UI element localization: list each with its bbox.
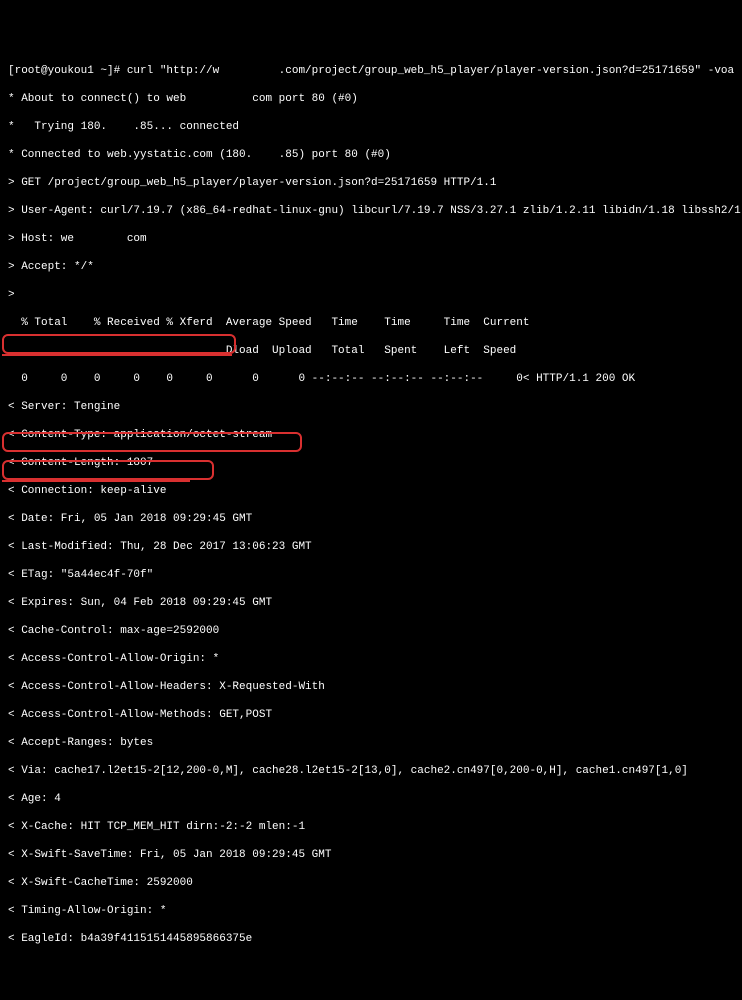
terminal-line: < Content-Length: 1807 [8,456,734,470]
terminal-line: < X-Cache: HIT TCP_MEM_HIT dirn:-2:-2 ml… [8,820,734,834]
terminal-line: < Via: cache17.l2et15-2[12,200-0,M], cac… [8,764,734,778]
terminal-line: < Access-Control-Allow-Methods: GET,POST [8,708,734,722]
terminal-line: * Connected to web.yystatic.com (180. .8… [8,148,734,162]
terminal-line: < Connection: keep-alive [8,484,734,498]
terminal-line: * Trying 180. .85... connected [8,120,734,134]
terminal-line: > Accept: */* [8,260,734,274]
terminal-line: < Content-Type: application/octet-stream [8,428,734,442]
terminal-line: < X-Swift-CacheTime: 2592000 [8,876,734,890]
terminal-line: < Expires: Sun, 04 Feb 2018 09:29:45 GMT [8,596,734,610]
terminal-line: > User-Agent: curl/7.19.7 (x86_64-redhat… [8,204,734,218]
terminal-line: [root@youkou1 ~]# curl "http://w .com/pr… [8,64,734,78]
terminal-line: > [8,288,734,302]
terminal-line: < Cache-Control: max-age=2592000 [8,624,734,638]
terminal-line: < Access-Control-Allow-Headers: X-Reques… [8,680,734,694]
terminal-line: < ETag: "5a44ec4f-70f" [8,568,734,582]
terminal-line: < Accept-Ranges: bytes [8,736,734,750]
terminal-line: * About to connect() to web com port 80 … [8,92,734,106]
terminal-line: > Host: we com [8,232,734,246]
terminal-line: < EagleId: b4a39f4115151445895866375e [8,932,734,946]
terminal-line: < Age: 4 [8,792,734,806]
terminal-line: < Date: Fri, 05 Jan 2018 09:29:45 GMT [8,512,734,526]
terminal-line: < Server: Tengine [8,400,734,414]
terminal-line: < Timing-Allow-Origin: * [8,904,734,918]
terminal-line: > GET /project/group_web_h5_player/playe… [8,176,734,190]
strike-allow-origin [2,354,232,356]
terminal-line: < X-Swift-SaveTime: Fri, 05 Jan 2018 09:… [8,848,734,862]
strike-timing-allow [2,480,190,482]
terminal-line: 0 0 0 0 0 0 0 0 --:--:-- --:--:-- --:--:… [8,372,734,386]
terminal-line: % Total % Received % Xferd Average Speed… [8,316,734,330]
terminal-line: < Access-Control-Allow-Origin: * [8,652,734,666]
terminal-line: < Last-Modified: Thu, 28 Dec 2017 13:06:… [8,540,734,554]
